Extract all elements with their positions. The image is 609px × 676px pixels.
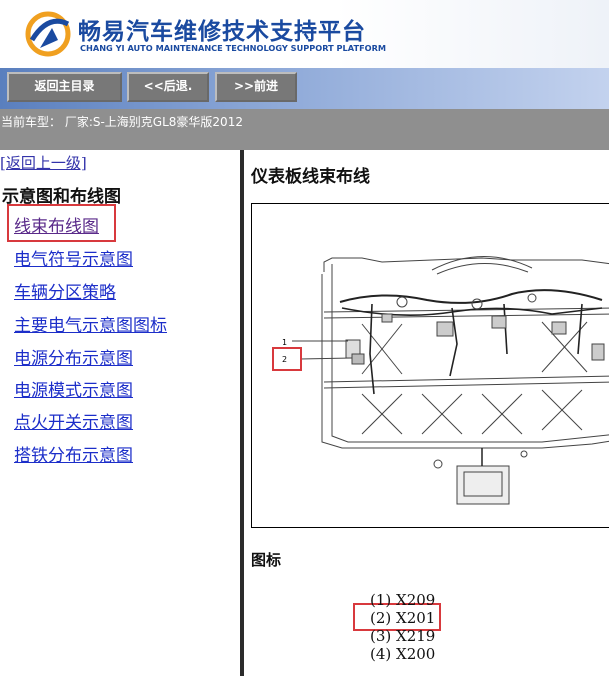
menu-item-harness-routing[interactable]: 线束布线图 bbox=[14, 212, 99, 237]
menu-item-ground-distribution[interactable]: 搭铁分布示意图 bbox=[14, 441, 133, 466]
page-header: 畅易汽车维修技术支持平台 CHANG YI AUTO MAINTENANCE T… bbox=[0, 0, 609, 68]
brand-title-en: CHANG YI AUTO MAINTENANCE TECHNOLOGY SUP… bbox=[80, 43, 387, 53]
harness-diagram-image: 1 2 bbox=[272, 256, 609, 505]
legend-title: 图标 bbox=[251, 551, 282, 569]
left-menu-panel: [返回上一级] 示意图和布线图 线束布线图 电气符号示意图 车辆分区策略 主要电… bbox=[0, 150, 240, 676]
callout-label: 2 bbox=[282, 355, 287, 364]
home-button[interactable]: 返回主目录 bbox=[7, 72, 122, 102]
back-to-parent-link[interactable]: [返回上一级] bbox=[0, 152, 87, 173]
legend-item: (4) X200 bbox=[370, 645, 436, 663]
menu-item-schematic-icons[interactable]: 主要电气示意图图标 bbox=[14, 311, 167, 336]
vehicle-info-bar: 当前车型： 厂家:S-上海别克GL8豪华版2012 bbox=[0, 109, 609, 150]
menu-item-power-mode[interactable]: 电源模式示意图 bbox=[14, 376, 133, 401]
legend-item: (2) X201 bbox=[370, 609, 436, 627]
menu-item-vehicle-zones[interactable]: 车辆分区策略 bbox=[14, 278, 116, 303]
legend-item: (3) X219 bbox=[370, 627, 436, 645]
legend-list: (1) X209 (2) X201 (3) X219 (4) X200 bbox=[370, 591, 435, 663]
cy-logo-icon bbox=[25, 11, 71, 57]
menu-item-ignition-switch[interactable]: 点火开关示意图 bbox=[14, 408, 133, 433]
callout-label: 1 bbox=[282, 338, 287, 347]
current-vehicle-text: 当前车型： 厂家:S-上海别克GL8豪华版2012 bbox=[1, 115, 243, 129]
nav-bar: 返回主目录 <<后退. >>前进 bbox=[0, 68, 609, 109]
forward-button[interactable]: >>前进 bbox=[215, 72, 297, 102]
content-title: 仪表板线束布线 bbox=[251, 167, 370, 187]
menu-item-power-distribution[interactable]: 电源分布示意图 bbox=[14, 344, 133, 369]
back-button[interactable]: <<后退. bbox=[127, 72, 209, 102]
harness-diagram: 1 2 bbox=[251, 203, 609, 528]
content-panel: 仪表板线束布线 1 2 图标 (1) X209 (2) X201 (3) X21… bbox=[244, 150, 609, 676]
brand-title-cn: 畅易汽车维修技术支持平台 bbox=[78, 19, 366, 45]
legend-item: (1) X209 bbox=[370, 591, 436, 609]
menu-item-electrical-symbols[interactable]: 电气符号示意图 bbox=[14, 245, 133, 270]
